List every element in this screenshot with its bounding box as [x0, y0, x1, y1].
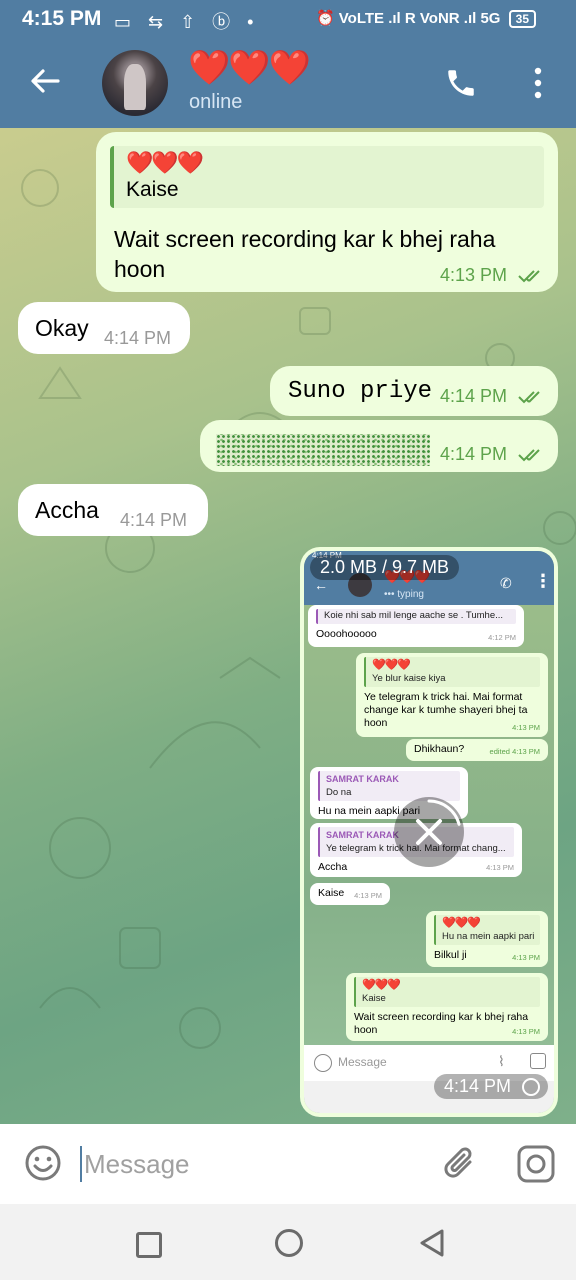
message-bubble[interactable]: ❤️❤️❤️ Kaise Wait screen recording kar k…	[96, 132, 558, 292]
double-check-icon	[518, 270, 540, 283]
message-meta: 4:13 PM	[440, 265, 546, 286]
status-bar: 4:15 PM ▭ ⇆ ⇧ ⓑ • ⏰ VoLTE .ıl R VoNR .ıl…	[0, 0, 576, 40]
clock-icon	[522, 1078, 540, 1097]
message-text: Accha	[35, 497, 99, 523]
message-meta: 4:14 PM	[440, 444, 546, 465]
contact-name[interactable]: ❤️❤️❤️	[188, 48, 311, 88]
video-inner-message: Dhikhaun? edited 4:13 PM	[406, 739, 548, 761]
video-phone-icon: ✆	[500, 575, 512, 591]
contact-status: online	[189, 91, 243, 113]
video-inner-message: Kaise 4:13 PM	[310, 883, 390, 905]
signal-indicators: ⏰ VoLTE .ıl R VoNR .ıl 5G	[315, 10, 501, 27]
video-inner-message: ❤️❤️❤️ Ye blur kaise kiya Ye telegram k t…	[356, 653, 548, 737]
download-progress: 2.0 MB / 9.7 MB	[310, 555, 460, 580]
video-inner-message: Koie nhi sab mil lenge aache se . Tumhe.…	[308, 605, 524, 647]
video-inner-message: ❤️❤️❤️ Kaise Wait screen recording kar k …	[346, 973, 548, 1041]
video-time-text: 4:14 PM	[443, 1076, 511, 1096]
close-icon	[416, 799, 461, 845]
battery-icon: 35	[508, 10, 536, 28]
double-check-icon	[518, 391, 540, 404]
video-message[interactable]: 4:14 PM ← ❤️❤️❤️ ••• typing ✆ ⋮ Koie nhi…	[300, 547, 558, 1117]
message-time: 4:14 PM	[439, 386, 507, 406]
cancel-download-button[interactable]	[394, 797, 464, 867]
video-camera-icon	[530, 1053, 546, 1069]
video-attach-icon: ⌇	[498, 1053, 505, 1069]
video-time: 4:14 PM	[433, 1074, 548, 1099]
video-inner-message: ❤️❤️❤️ Hu na mein aapki pari Bilkul ji 4:…	[426, 911, 548, 967]
avatar[interactable]	[102, 50, 168, 116]
reply-author: ❤️❤️❤️	[126, 150, 204, 175]
status-right-icons: ⏰ VoLTE .ıl R VoNR .ıl 5G 35	[316, 9, 536, 28]
chat-area[interactable]: ❤️❤️❤️ Kaise Wait screen recording kar k…	[0, 128, 576, 1124]
message-meta: 4:14 PM	[440, 386, 546, 407]
recents-button[interactable]	[136, 1232, 162, 1258]
video-emoji-icon	[314, 1054, 332, 1072]
message-bubble[interactable]: Suno priye 4:14 PM	[270, 366, 558, 416]
system-nav-bar	[0, 1204, 576, 1280]
message-time: 4:14 PM	[104, 328, 172, 348]
message-text: Suno priye	[288, 378, 433, 405]
status-time: 4:15 PM	[22, 7, 102, 30]
message-bubble[interactable]: Okay 4:14 PM	[18, 302, 190, 354]
message-bubble[interactable]: 4:14 PM	[200, 420, 558, 472]
back-arrow-icon[interactable]	[28, 64, 62, 98]
message-input[interactable]	[84, 1144, 424, 1184]
status-left-icons: ▭ ⇆ ⇧ ⓑ •	[114, 12, 260, 32]
nav-back-icon[interactable]	[418, 1228, 446, 1258]
text-caret	[80, 1146, 82, 1182]
video-input-placeholder: Message	[338, 1055, 387, 1069]
double-check-icon	[518, 449, 540, 462]
more-vert-icon[interactable]	[528, 66, 548, 100]
video-typing: ••• typing	[384, 589, 424, 600]
message-text: Okay	[35, 315, 89, 341]
message-time: 4:14 PM	[439, 444, 507, 464]
home-button[interactable]	[275, 1229, 303, 1257]
message-time: 4:13 PM	[439, 265, 507, 285]
message-bubble[interactable]: Accha 4:14 PM	[18, 484, 208, 536]
chat-header: ❤️❤️❤️ online	[0, 40, 576, 128]
message-time: 4:14 PM	[120, 510, 188, 530]
camera-icon[interactable]	[516, 1144, 556, 1184]
attach-icon[interactable]	[440, 1144, 480, 1184]
reply-quote[interactable]: ❤️❤️❤️ Kaise	[110, 146, 544, 208]
reply-text: Kaise	[126, 178, 179, 201]
video-menu-icon: ⋮	[534, 571, 552, 591]
spoiler-text[interactable]	[216, 434, 430, 466]
emoji-icon[interactable]	[24, 1144, 62, 1182]
message-input-bar	[0, 1124, 576, 1204]
phone-icon[interactable]	[444, 66, 478, 100]
